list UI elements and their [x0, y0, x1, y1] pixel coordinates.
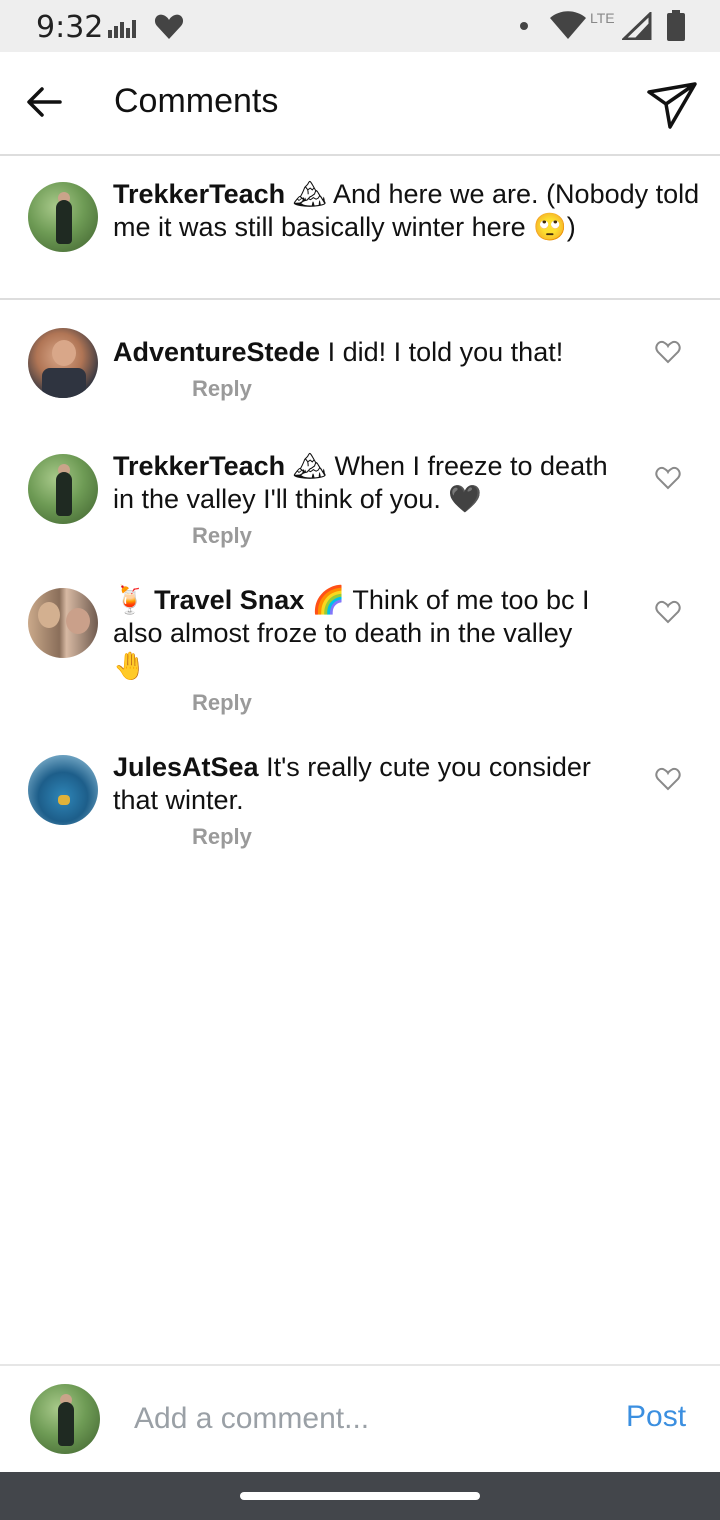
- comment-body-line2: in the valley I'll think of you. 🖤: [113, 484, 482, 514]
- back-arrow-icon[interactable]: [24, 82, 64, 122]
- like-heart-icon[interactable]: [655, 600, 681, 624]
- comment-username[interactable]: TrekkerTeach: [113, 451, 285, 481]
- avatar[interactable]: [28, 328, 98, 398]
- signal-icon: [622, 12, 652, 40]
- send-icon[interactable]: [646, 80, 698, 132]
- status-time: 9:32: [36, 10, 104, 45]
- mountain-emoji: 🏔: [292, 451, 327, 481]
- comment-text: AdventureStede I did! I told you that!: [113, 336, 633, 369]
- comment-username[interactable]: AdventureStede: [113, 337, 320, 367]
- comment-text: JulesAtSea It's really cute you consider…: [113, 751, 633, 817]
- avatar[interactable]: [28, 182, 98, 252]
- battery-icon: [667, 10, 685, 41]
- comment-body-line2: that winter.: [113, 785, 244, 815]
- comment-username[interactable]: JulesAtSea: [113, 752, 259, 782]
- caption-body: And here we are. (Nobody told: [332, 179, 700, 209]
- comment-body: It's really cute you consider: [266, 752, 591, 782]
- comment-body: I did! I told you that!: [327, 337, 564, 367]
- avatar[interactable]: [28, 588, 98, 658]
- comment-body-line3: 🤚: [113, 651, 147, 681]
- notification-dot-icon: [520, 22, 528, 30]
- avatar: [30, 1384, 100, 1454]
- network-type: LTE: [590, 10, 615, 26]
- post-caption: TrekkerTeach 🏔 And here we are. (Nobody …: [0, 156, 720, 300]
- comment-body-line2: also almost froze to death in the valley: [113, 618, 573, 648]
- drink-emoji: 🍹: [113, 585, 147, 615]
- reply-button[interactable]: Reply: [192, 376, 252, 402]
- heart-status-icon: [154, 14, 184, 39]
- caption-text: TrekkerTeach 🏔 And here we are. (Nobody …: [113, 178, 713, 244]
- caption-body-line2: me it was still basically winter here 🙄): [113, 212, 576, 242]
- reply-button[interactable]: Reply: [192, 523, 252, 549]
- header: Comments: [0, 52, 720, 156]
- rainbow-emoji: 🌈: [311, 585, 346, 615]
- comment-text: 🍹 Travel Snax 🌈 Think of me too bc I als…: [113, 584, 633, 683]
- avatar[interactable]: [28, 454, 98, 524]
- caption-username[interactable]: TrekkerTeach: [113, 179, 285, 209]
- wifi-icon: [550, 11, 586, 39]
- like-heart-icon[interactable]: [655, 466, 681, 490]
- like-heart-icon[interactable]: [655, 767, 681, 791]
- comment-username[interactable]: Travel Snax: [154, 585, 304, 615]
- reply-button[interactable]: Reply: [192, 690, 252, 716]
- like-heart-icon[interactable]: [655, 340, 681, 364]
- post-button[interactable]: Post: [626, 1400, 686, 1434]
- comment-input[interactable]: Add a comment...: [134, 1402, 369, 1436]
- page-title: Comments: [114, 82, 279, 120]
- reply-button[interactable]: Reply: [192, 824, 252, 850]
- comment-composer: Add a comment... Post: [0, 1364, 720, 1474]
- mountain-emoji: 🏔: [292, 179, 327, 209]
- system-navigation-bar: [0, 1472, 720, 1520]
- comment-body: When I freeze to death: [334, 451, 608, 481]
- status-bar: 9:32 LTE: [0, 0, 720, 52]
- home-gesture-handle[interactable]: [240, 1492, 480, 1500]
- comment-body: Think of me too bc I: [352, 585, 590, 615]
- avatar[interactable]: [28, 755, 98, 825]
- equalizer-icon: [108, 20, 136, 38]
- comment-text: TrekkerTeach 🏔 When I freeze to death in…: [113, 450, 633, 516]
